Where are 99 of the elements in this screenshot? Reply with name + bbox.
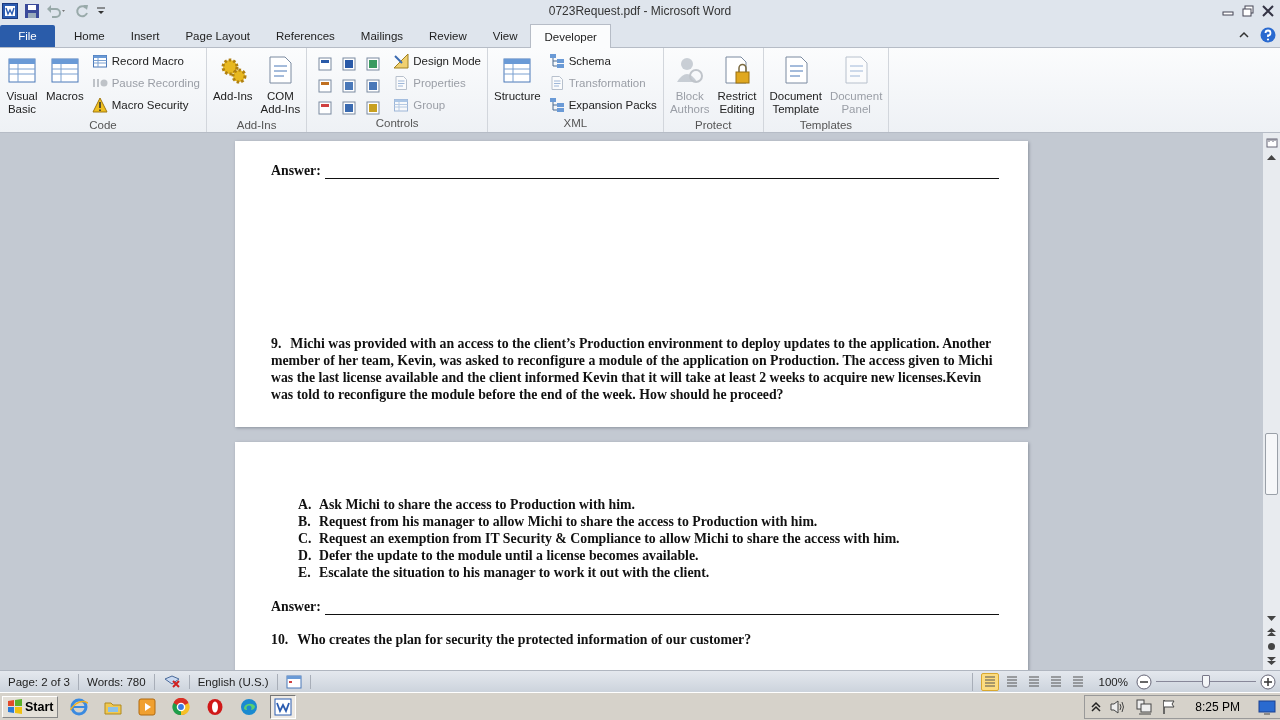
- tree-icon: [548, 53, 565, 69]
- ribbon-button[interactable]: Macros: [44, 50, 86, 118]
- macro-recording-icon[interactable]: [285, 674, 302, 689]
- group-label: Add-Ins: [235, 118, 278, 132]
- control-icon[interactable]: [341, 56, 358, 72]
- ribbon-tab[interactable]: References: [263, 25, 348, 47]
- browser-icon: [206, 697, 225, 716]
- browser-icon: [172, 697, 191, 716]
- option-text: Escalate the situation to his manager to work it out with the client.: [319, 564, 710, 581]
- control-icon[interactable]: [317, 56, 334, 72]
- group-label: Protect: [693, 118, 733, 132]
- page-view-icon: [1026, 674, 1041, 689]
- scroll-thumb[interactable]: [1265, 433, 1278, 495]
- browser-icon: [240, 697, 259, 716]
- help-icon[interactable]: [1260, 27, 1276, 43]
- ribbon-button[interactable]: Schema: [546, 52, 659, 70]
- close-icon[interactable]: [1262, 5, 1274, 17]
- show-desktop-icon[interactable]: [1258, 698, 1276, 715]
- group-label: Controls: [374, 116, 420, 131]
- control-icon[interactable]: [317, 100, 334, 116]
- ribbon-button[interactable]: Add-Ins: [210, 50, 255, 118]
- network-icon[interactable]: [1135, 698, 1154, 715]
- ribbon-button[interactable]: Document Template: [767, 50, 824, 118]
- taskbar-button[interactable]: [270, 694, 297, 719]
- window-title: 0723Request.pdf - Microsoft Word: [548, 4, 732, 18]
- group-label: XML: [562, 116, 589, 131]
- ribbon-tab[interactable]: View: [479, 25, 531, 47]
- page-view-icon: [982, 674, 997, 689]
- save-icon[interactable]: [24, 3, 40, 19]
- clock[interactable]: 8:25 PM: [1195, 699, 1240, 714]
- word-icon: [274, 697, 293, 716]
- option-letter: A.: [298, 496, 313, 513]
- control-icon[interactable]: [365, 56, 382, 72]
- restore-icon[interactable]: [1242, 5, 1254, 17]
- ribbon-button[interactable]: Structure: [492, 50, 543, 116]
- file-tab[interactable]: File: [0, 25, 55, 47]
- previous-page-icon[interactable]: [1267, 627, 1276, 637]
- answer-label: Answer:: [271, 599, 321, 615]
- word-count[interactable]: Words: 780: [79, 673, 155, 690]
- vertical-scrollbar[interactable]: [1263, 133, 1280, 670]
- media-player-icon: [138, 697, 157, 716]
- option-text: Defer the update to the module until a license becomes available.: [319, 547, 699, 564]
- ribbon-tab[interactable]: Developer: [530, 24, 611, 48]
- start-button[interactable]: Start: [2, 695, 59, 718]
- tree-icon: [548, 97, 565, 113]
- zoom-out-icon[interactable]: [1136, 673, 1152, 690]
- ruler-icon: [393, 53, 410, 69]
- control-icon[interactable]: [341, 100, 358, 116]
- slider-thumb[interactable]: [1202, 674, 1210, 688]
- ribbon-tab[interactable]: Review: [416, 25, 480, 47]
- page-view-icon: [1070, 674, 1085, 689]
- ribbon-tab[interactable]: Insert: [117, 25, 173, 47]
- option-text: Ask Michi to share the access to Production with him.: [319, 496, 636, 513]
- warning-icon: [91, 97, 108, 113]
- word-logo-icon[interactable]: [2, 3, 18, 19]
- control-icon[interactable]: [341, 78, 358, 94]
- ribbon-button[interactable]: Design Mode: [391, 52, 483, 70]
- ribbon-button[interactable]: Restrict Editing: [715, 50, 759, 118]
- option-letter: D.: [298, 547, 313, 564]
- option-text: Request from his manager to allow Michi to share the access to Production with him.: [319, 513, 818, 530]
- option-letter: B.: [298, 513, 312, 530]
- browse-object-icon[interactable]: [1267, 642, 1276, 651]
- show-hidden-icons-icon[interactable]: [1091, 700, 1102, 713]
- control-icon[interactable]: [365, 78, 382, 94]
- page-count[interactable]: Page: 2 of 3: [0, 673, 80, 690]
- table-icon: [393, 97, 410, 113]
- answer-label: Answer:: [271, 163, 321, 179]
- language-indicator[interactable]: English (U.S.): [189, 673, 278, 690]
- scroll-up-icon[interactable]: [1267, 154, 1276, 160]
- question-text: 10. Who creates the plan for security the protected information of our customer?: [271, 631, 753, 648]
- document-icon: [548, 75, 565, 91]
- group-label: Code: [88, 118, 118, 132]
- option-text: Request an exemption from IT Security & Compliance to allow Michi to share the access with him.: [319, 530, 900, 547]
- ribbon-button[interactable]: Expansion Packs: [546, 96, 659, 114]
- group-label: Templates: [798, 118, 854, 132]
- ribbon-tab[interactable]: Page Layout: [172, 25, 264, 47]
- option-letter: C.: [298, 530, 313, 547]
- next-page-icon[interactable]: [1267, 656, 1276, 666]
- zoom-level[interactable]: 100%: [1086, 675, 1136, 688]
- ribbon-button[interactable]: Visual Basic: [4, 50, 40, 118]
- zoom-in-icon[interactable]: [1260, 673, 1276, 690]
- windows-logo-icon: [7, 698, 23, 715]
- ribbon-tab[interactable]: Home: [61, 25, 118, 47]
- browser-icon: [70, 697, 89, 716]
- question-text: 9. Michi was provided with an access to the client’s Production environment to deploy updates to the application. Another member of her team, Kevin, was asked to reconfigure a module of the application on Production. The access given to Michi was the last license available and the client informed Kevin that it will take at least 2 weeks to acquire new licenses.Kevin was told to reconfigure the module before the end of the week. How should he proceed?: [271, 335, 994, 403]
- proofing-error-icon[interactable]: [162, 674, 181, 689]
- page-view-icon: [1048, 674, 1063, 689]
- page-view-icon: [1004, 674, 1019, 689]
- control-icon[interactable]: [317, 78, 334, 94]
- ribbon-button[interactable]: Macro Security: [89, 96, 202, 114]
- scroll-down-icon[interactable]: [1267, 616, 1276, 622]
- flag-icon[interactable]: [1161, 698, 1178, 715]
- ribbon-button[interactable]: COM Add-Ins: [258, 50, 303, 118]
- ruler-icon[interactable]: [1265, 137, 1278, 149]
- ribbon-tab[interactable]: Mailings: [347, 25, 417, 47]
- table-icon: [91, 53, 108, 69]
- document-icon: [393, 75, 410, 91]
- option-letter: E.: [298, 564, 312, 581]
- ribbon-button[interactable]: Record Macro: [89, 52, 202, 70]
